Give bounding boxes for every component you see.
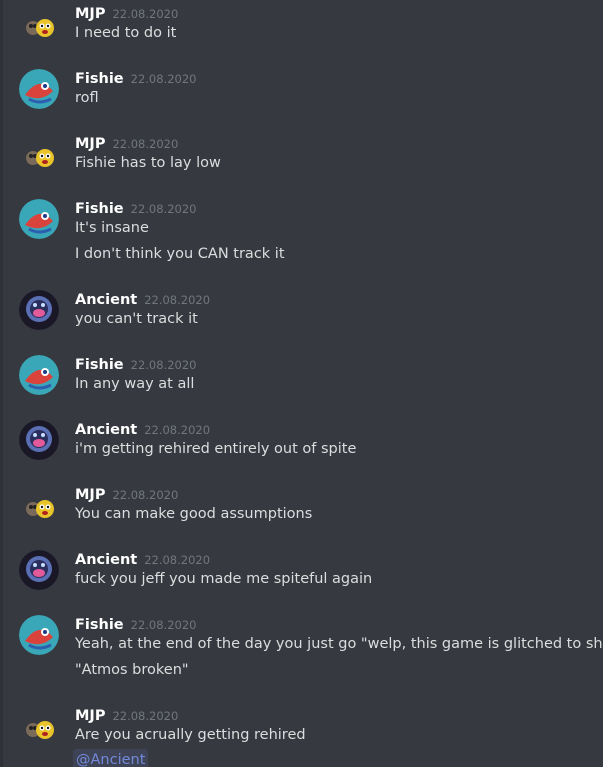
message-text: you can't track it: [75, 311, 198, 327]
mjp-avatar-icon[interactable]: [19, 710, 59, 750]
username[interactable]: MJP: [75, 6, 105, 22]
timestamp: 22.08.2020: [130, 618, 197, 632]
ancient-avatar-icon[interactable]: [19, 290, 59, 330]
message-text: rofl: [75, 90, 99, 106]
message-text: I don't think you CAN track it: [75, 246, 285, 262]
message-text: Are you acrually getting rehired: [75, 727, 306, 743]
timestamp: 22.08.2020: [130, 358, 197, 372]
message-text: fuck you jeff you made me spiteful again: [75, 571, 373, 587]
timestamp: 22.08.2020: [112, 7, 179, 21]
username[interactable]: Fishie: [75, 71, 124, 87]
username[interactable]: Ancient: [75, 552, 137, 568]
message-text: You can make good assumptions: [75, 506, 313, 522]
user-mention[interactable]: @Ancient: [73, 749, 149, 767]
mjp-avatar-icon[interactable]: [19, 138, 59, 178]
message-text: It's insane: [75, 220, 149, 236]
chat-message-list[interactable]: MJP 22.08.2020 I need to do it Fishie 22.0…: [0, 0, 603, 767]
mjp-avatar-icon[interactable]: [19, 8, 59, 48]
timestamp: 22.08.2020: [144, 553, 211, 567]
fishie-avatar-icon[interactable]: [19, 615, 59, 655]
message-text: i'm getting rehired entirely out of spit…: [75, 441, 357, 457]
timestamp: 22.08.2020: [112, 137, 179, 151]
username[interactable]: MJP: [75, 487, 105, 503]
message-text: Yeah, at the end of the day you just go …: [75, 636, 603, 652]
message-text: Fishie has to lay low: [75, 155, 221, 171]
fishie-avatar-icon[interactable]: [19, 199, 59, 239]
username[interactable]: Fishie: [75, 617, 124, 633]
timestamp: 22.08.2020: [112, 488, 179, 502]
timestamp: 22.08.2020: [130, 72, 197, 86]
message-text: I need to do it: [75, 25, 177, 41]
ancient-avatar-icon[interactable]: [19, 420, 59, 460]
message-text: In any way at all: [75, 376, 195, 392]
ancient-avatar-icon[interactable]: [19, 550, 59, 590]
username[interactable]: MJP: [75, 708, 105, 724]
username[interactable]: Fishie: [75, 201, 124, 217]
username[interactable]: MJP: [75, 136, 105, 152]
sidebar-edge: [0, 0, 3, 767]
message-text: "Atmos broken": [75, 662, 189, 678]
username[interactable]: Ancient: [75, 292, 137, 308]
fishie-avatar-icon[interactable]: [19, 355, 59, 395]
mjp-avatar-icon[interactable]: [19, 489, 59, 529]
username[interactable]: Ancient: [75, 422, 137, 438]
fishie-avatar-icon[interactable]: [19, 69, 59, 109]
username[interactable]: Fishie: [75, 357, 124, 373]
timestamp: 22.08.2020: [130, 202, 197, 216]
timestamp: 22.08.2020: [144, 293, 211, 307]
timestamp: 22.08.2020: [112, 709, 179, 723]
timestamp: 22.08.2020: [144, 423, 211, 437]
